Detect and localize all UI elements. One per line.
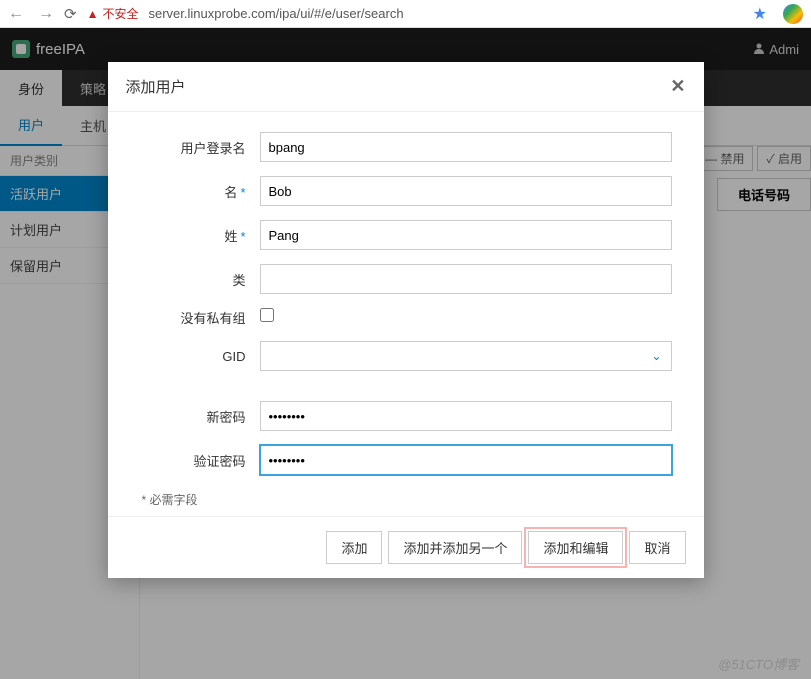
login-input[interactable]	[260, 132, 672, 162]
insecure-badge: ▲ 不安全	[87, 5, 139, 22]
browser-address-bar: ← → ⟳ ▲ 不安全 server.linuxprobe.com/ipa/ui…	[0, 0, 811, 28]
modal-backdrop: 添加用户 ✕ 用户登录名 名* 姓* 类 没有私有组	[0, 28, 811, 679]
insecure-label: 不安全	[102, 5, 138, 22]
nav-forward-icon[interactable]: →	[38, 5, 54, 23]
modal-title: 添加用户	[126, 76, 186, 97]
required-note: * 必需字段	[140, 491, 672, 508]
label-verifypass: 验证密码	[140, 451, 260, 470]
add-user-modal: 添加用户 ✕ 用户登录名 名* 姓* 类 没有私有组	[108, 62, 704, 578]
add-edit-button[interactable]: 添加和编辑	[528, 531, 623, 564]
label-first: 名*	[140, 182, 260, 201]
label-login: 用户登录名	[140, 138, 260, 157]
nav-back-icon[interactable]: ←	[8, 5, 24, 23]
warning-icon: ▲	[87, 7, 99, 21]
gid-select[interactable]	[260, 341, 672, 371]
label-noprivate: 没有私有组	[140, 308, 260, 327]
class-input[interactable]	[260, 264, 672, 294]
newpassword-input[interactable]	[260, 401, 672, 431]
watermark: @51CTO博客	[718, 654, 799, 673]
url-text[interactable]: server.linuxprobe.com/ipa/ui/#/e/user/se…	[148, 6, 403, 21]
close-icon[interactable]: ✕	[670, 76, 685, 97]
add-button[interactable]: 添加	[326, 531, 382, 564]
add-another-button[interactable]: 添加并添加另一个	[388, 531, 522, 564]
label-last: 姓*	[140, 226, 260, 245]
firstname-input[interactable]	[260, 176, 672, 206]
extension-icon[interactable]	[783, 4, 803, 24]
label-gid: GID	[140, 349, 260, 364]
noprivate-checkbox[interactable]	[260, 308, 274, 322]
label-class: 类	[140, 270, 260, 289]
bookmark-star-icon[interactable]: ★	[753, 4, 767, 24]
cancel-button[interactable]: 取消	[629, 531, 685, 564]
reload-icon[interactable]: ⟳	[64, 5, 77, 23]
verifypassword-input[interactable]	[260, 445, 672, 475]
lastname-input[interactable]	[260, 220, 672, 250]
label-newpass: 新密码	[140, 407, 260, 426]
